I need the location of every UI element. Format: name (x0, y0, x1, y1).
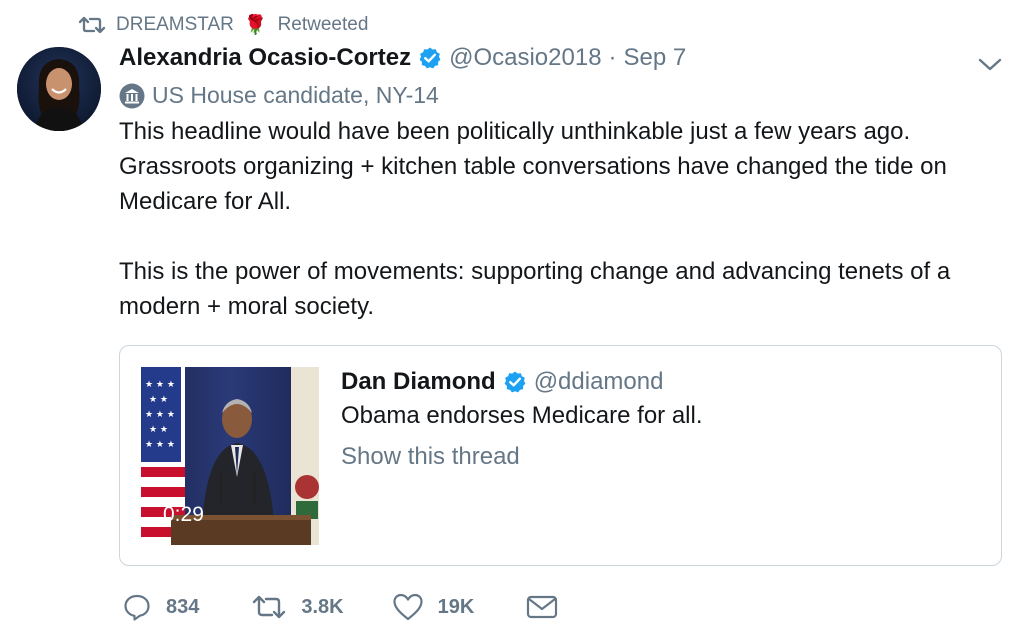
government-building-icon (119, 83, 145, 108)
chevron-down-icon[interactable] (976, 52, 1004, 76)
svg-text:★ ★ ★: ★ ★ ★ (145, 410, 175, 420)
retweeted-status: Retweeted (277, 14, 369, 35)
tweet-text: This headline would have been politicall… (119, 114, 999, 324)
tweet-paragraph-1: This headline would have been politicall… (119, 118, 947, 215)
author-handle[interactable]: @Ocasio2018 (449, 44, 601, 72)
label-text: US House candidate, NY-14 (152, 82, 439, 108)
retweet-icon (253, 595, 286, 619)
author-name[interactable]: Alexandria Ocasio-Cortez (119, 44, 411, 72)
avatar[interactable] (17, 47, 101, 131)
retweeter-name[interactable]: DREAMSTAR (116, 14, 234, 36)
like-count: 19K (437, 595, 475, 618)
like-button[interactable]: 19K (392, 592, 475, 622)
video-thumbnail[interactable]: ★ ★ ★ ★ ★ ★ ★ ★ ★ ★ ★ ★ ★ 0:29 (141, 367, 319, 545)
retweet-button[interactable]: 3.8K (251, 594, 344, 620)
svg-text:★ ★: ★ ★ (149, 395, 168, 405)
verified-badge-icon (419, 47, 441, 69)
heart-icon (393, 593, 423, 621)
envelope-icon (527, 595, 558, 619)
tweet-date[interactable]: Sep 7 (624, 44, 687, 72)
government-label: US House candidate, NY-14 (119, 82, 439, 109)
date-separator: · (608, 44, 617, 71)
reply-count: 834 (166, 595, 200, 618)
quoted-author-name[interactable]: Dan Diamond (341, 368, 496, 396)
direct-message-button[interactable] (526, 594, 558, 620)
reply-button[interactable]: 834 (122, 592, 199, 622)
show-thread-link[interactable]: Show this thread (341, 443, 520, 471)
tweet-header: Alexandria Ocasio-Cortez @Ocasio2018 · S… (119, 44, 686, 72)
retweet-context: DREAMSTAR 🌹 Retweeted (78, 10, 368, 40)
retweet-count: 3.8K (301, 595, 344, 618)
reply-icon (124, 594, 150, 621)
svg-text:★ ★ ★: ★ ★ ★ (145, 380, 175, 390)
svg-text:★ ★ ★: ★ ★ ★ (145, 440, 175, 450)
retweet-icon (78, 16, 106, 34)
rose-emoji: 🌹 (243, 15, 268, 36)
tweet-paragraph-2: This is the power of movements: supporti… (119, 258, 951, 320)
quoted-tweet-text: Obama endorses Medicare for all. (341, 402, 703, 429)
quoted-author-handle[interactable]: @ddiamond (534, 368, 664, 396)
video-duration: 0:29 (163, 503, 204, 526)
verified-badge-icon (504, 371, 526, 393)
quoted-tweet-header: Dan Diamond @ddiamond (341, 368, 663, 396)
tweet-actions: 834 3.8K 19K (122, 588, 558, 626)
svg-text:★ ★: ★ ★ (149, 425, 168, 435)
